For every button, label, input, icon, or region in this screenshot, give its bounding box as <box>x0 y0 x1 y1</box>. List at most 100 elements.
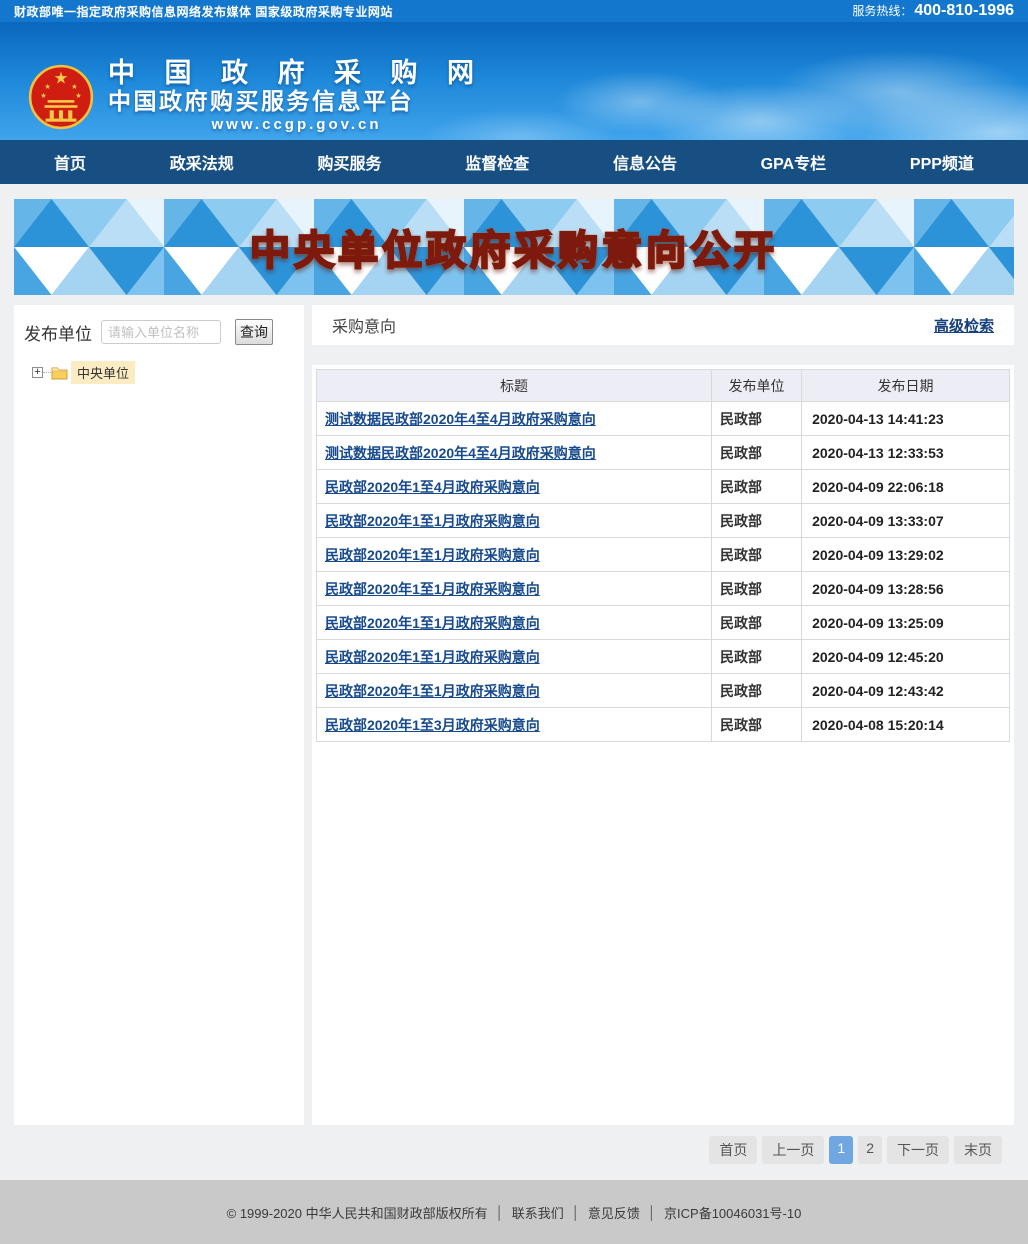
row-title-link[interactable]: 民政部2020年1至1月政府采购意向 <box>325 547 540 563</box>
pagination-last-button[interactable]: 末页 <box>954 1136 1002 1164</box>
col-header-unit: 发布单位 <box>712 370 802 402</box>
table-row: 民政部2020年1至1月政府采购意向 民政部 2020-04-09 13:33:… <box>317 504 1010 538</box>
folder-icon <box>51 366 68 380</box>
row-date: 2020-04-09 12:43:42 <box>802 674 1010 708</box>
row-title-link[interactable]: 测试数据民政部2020年4至4月政府采购意向 <box>325 411 596 427</box>
pagination-first-button[interactable]: 首页 <box>709 1136 757 1164</box>
row-title-link[interactable]: 民政部2020年1至3月政府采购意向 <box>325 717 540 733</box>
nav-item-home[interactable]: 首页 <box>54 150 86 174</box>
campaign-banner: 中央单位政府采购意向公开 <box>14 199 1014 295</box>
nav-item-gpa[interactable]: GPA专栏 <box>761 150 827 174</box>
row-date: 2020-04-09 13:25:09 <box>802 606 1010 640</box>
pagination-next-button[interactable]: 下一页 <box>887 1136 949 1164</box>
nav-item-purchase-services[interactable]: 购买服务 <box>317 150 381 174</box>
pagination-page-2[interactable]: 2 <box>858 1136 882 1164</box>
row-title-link[interactable]: 民政部2020年1至1月政府采购意向 <box>325 581 540 597</box>
table-row: 测试数据民政部2020年4至4月政府采购意向 民政部 2020-04-13 14… <box>317 402 1010 436</box>
svg-text:★: ★ <box>44 81 50 90</box>
footer-feedback-link[interactable]: 意见反馈 <box>588 1203 640 1222</box>
row-unit: 民政部 <box>712 402 802 436</box>
topbar: 财政部唯一指定政府采购信息网络发布媒体 国家级政府采购专业网站 服务热线： 40… <box>0 0 1028 22</box>
footer-separator: │ <box>496 1205 504 1220</box>
row-date: 2020-04-09 22:06:18 <box>802 470 1010 504</box>
site-name: 中 国 政 府 采 购 网 <box>108 58 485 88</box>
svg-text:★: ★ <box>75 91 81 100</box>
pagination-page-1[interactable]: 1 <box>829 1136 853 1164</box>
page-title: 采购意向 <box>332 313 396 337</box>
publisher-sidebar: 发布单位 查询 + 中央单位 <box>14 305 304 1125</box>
site-url: www.ccgp.gov.cn <box>108 115 485 135</box>
site-slogan: 财政部唯一指定政府采购信息网络发布媒体 国家级政府采购专业网站 <box>14 3 393 20</box>
national-emblem-icon: ★ ★ ★ ★ ★ <box>28 61 94 133</box>
svg-text:★: ★ <box>40 91 46 100</box>
nav-item-regulations[interactable]: 政采法规 <box>170 150 234 174</box>
row-unit: 民政部 <box>712 470 802 504</box>
table-row: 民政部2020年1至1月政府采购意向 民政部 2020-04-09 12:45:… <box>317 640 1010 674</box>
table-row: 民政部2020年1至1月政府采购意向 民政部 2020-04-09 12:43:… <box>317 674 1010 708</box>
row-date: 2020-04-08 15:20:14 <box>802 708 1010 742</box>
table-row: 测试数据民政部2020年4至4月政府采购意向 民政部 2020-04-13 12… <box>317 436 1010 470</box>
row-title-link[interactable]: 测试数据民政部2020年4至4月政府采购意向 <box>325 445 596 461</box>
row-title-link[interactable]: 民政部2020年1至1月政府采购意向 <box>325 649 540 665</box>
section-header: 采购意向 高级检索 <box>312 305 1014 345</box>
col-header-date: 发布日期 <box>802 370 1010 402</box>
tree-node-label[interactable]: 中央单位 <box>71 361 135 384</box>
table-body: 测试数据民政部2020年4至4月政府采购意向 民政部 2020-04-13 14… <box>317 402 1010 742</box>
svg-text:★: ★ <box>71 81 77 90</box>
site-subtitle: 中国政府购买服务信息平台 <box>108 88 485 115</box>
table-row: 民政部2020年1至3月政府采购意向 民政部 2020-04-08 15:20:… <box>317 708 1010 742</box>
intent-table: 标题 发布单位 发布日期 测试数据民政部2020年4至4月政府采购意向 民政部 … <box>316 369 1010 742</box>
footer-contact-link[interactable]: 联系我们 <box>512 1203 564 1222</box>
service-hotline: 服务热线： 400-810-1996 <box>852 2 1014 20</box>
row-title-link[interactable]: 民政部2020年1至4月政府采购意向 <box>325 479 540 495</box>
site-logo[interactable]: ★ ★ ★ ★ ★ 中 国 政 府 采 购 网 中国政府购买服务信息平台 www… <box>28 58 485 135</box>
row-date: 2020-04-09 13:28:56 <box>802 572 1010 606</box>
unit-search-input[interactable] <box>101 320 221 344</box>
unit-tree: + 中央单位 <box>32 361 294 384</box>
row-unit: 民政部 <box>712 504 802 538</box>
nav-item-announcements[interactable]: 信息公告 <box>613 150 677 174</box>
page-footer: © 1999-2020 中华人民共和国财政部版权所有 │ 联系我们 │ 意见反馈… <box>0 1180 1028 1244</box>
publisher-label: 发布单位 <box>24 320 92 345</box>
nav-item-ppp[interactable]: PPP频道 <box>910 150 974 174</box>
row-title-link[interactable]: 民政部2020年1至1月政府采购意向 <box>325 683 540 699</box>
row-unit: 民政部 <box>712 640 802 674</box>
row-unit: 民政部 <box>712 572 802 606</box>
row-date: 2020-04-13 12:33:53 <box>802 436 1010 470</box>
table-header-row: 标题 发布单位 发布日期 <box>317 370 1010 402</box>
query-button[interactable]: 查询 <box>235 319 273 345</box>
footer-icp: 京ICP备10046031号-10 <box>664 1203 801 1222</box>
svg-text:★: ★ <box>54 69 69 87</box>
logo-text: 中 国 政 府 采 购 网 中国政府购买服务信息平台 www.ccgp.gov.… <box>108 58 485 135</box>
footer-separator: │ <box>572 1205 580 1220</box>
nav-item-supervision[interactable]: 监督检查 <box>465 150 529 174</box>
table-row: 民政部2020年1至1月政府采购意向 民政部 2020-04-09 13:28:… <box>317 572 1010 606</box>
footer-copyright: © 1999-2020 中华人民共和国财政部版权所有 <box>227 1203 488 1222</box>
row-date: 2020-04-13 14:41:23 <box>802 402 1010 436</box>
row-unit: 民政部 <box>712 538 802 572</box>
row-date: 2020-04-09 13:33:07 <box>802 504 1010 538</box>
site-header: ★ ★ ★ ★ ★ 中 国 政 府 采 购 网 中国政府购买服务信息平台 www… <box>0 22 1028 140</box>
hotline-label: 服务热线： <box>852 2 912 19</box>
row-date: 2020-04-09 12:45:20 <box>802 640 1010 674</box>
table-row: 民政部2020年1至1月政府采购意向 民政部 2020-04-09 13:25:… <box>317 606 1010 640</box>
row-title-link[interactable]: 民政部2020年1至1月政府采购意向 <box>325 615 540 631</box>
row-unit: 民政部 <box>712 708 802 742</box>
banner-title: 中央单位政府采购意向公开 <box>250 218 778 276</box>
hotline-number: 400-810-1996 <box>914 2 1014 20</box>
tree-node-central-units: + 中央单位 <box>32 361 294 384</box>
pagination-prev-button[interactable]: 上一页 <box>762 1136 824 1164</box>
row-title-link[interactable]: 民政部2020年1至1月政府采购意向 <box>325 513 540 529</box>
pagination: 首页 上一页 1 2 下一页 末页 <box>0 1125 1028 1164</box>
main-content: 采购意向 高级检索 标题 发布单位 发布日期 测试数据民政部2020年4至4月政… <box>312 305 1014 1125</box>
table-row: 民政部2020年1至1月政府采购意向 民政部 2020-04-09 13:29:… <box>317 538 1010 572</box>
tree-expand-icon[interactable]: + <box>32 367 43 378</box>
footer-separator: │ <box>648 1205 656 1220</box>
advanced-search-link[interactable]: 高级检索 <box>934 315 994 336</box>
table-row: 民政部2020年1至4月政府采购意向 民政部 2020-04-09 22:06:… <box>317 470 1010 504</box>
row-unit: 民政部 <box>712 436 802 470</box>
main-nav: 首页 政采法规 购买服务 监督检查 信息公告 GPA专栏 PPP频道 <box>0 140 1028 184</box>
row-unit: 民政部 <box>712 674 802 708</box>
row-date: 2020-04-09 13:29:02 <box>802 538 1010 572</box>
row-unit: 民政部 <box>712 606 802 640</box>
